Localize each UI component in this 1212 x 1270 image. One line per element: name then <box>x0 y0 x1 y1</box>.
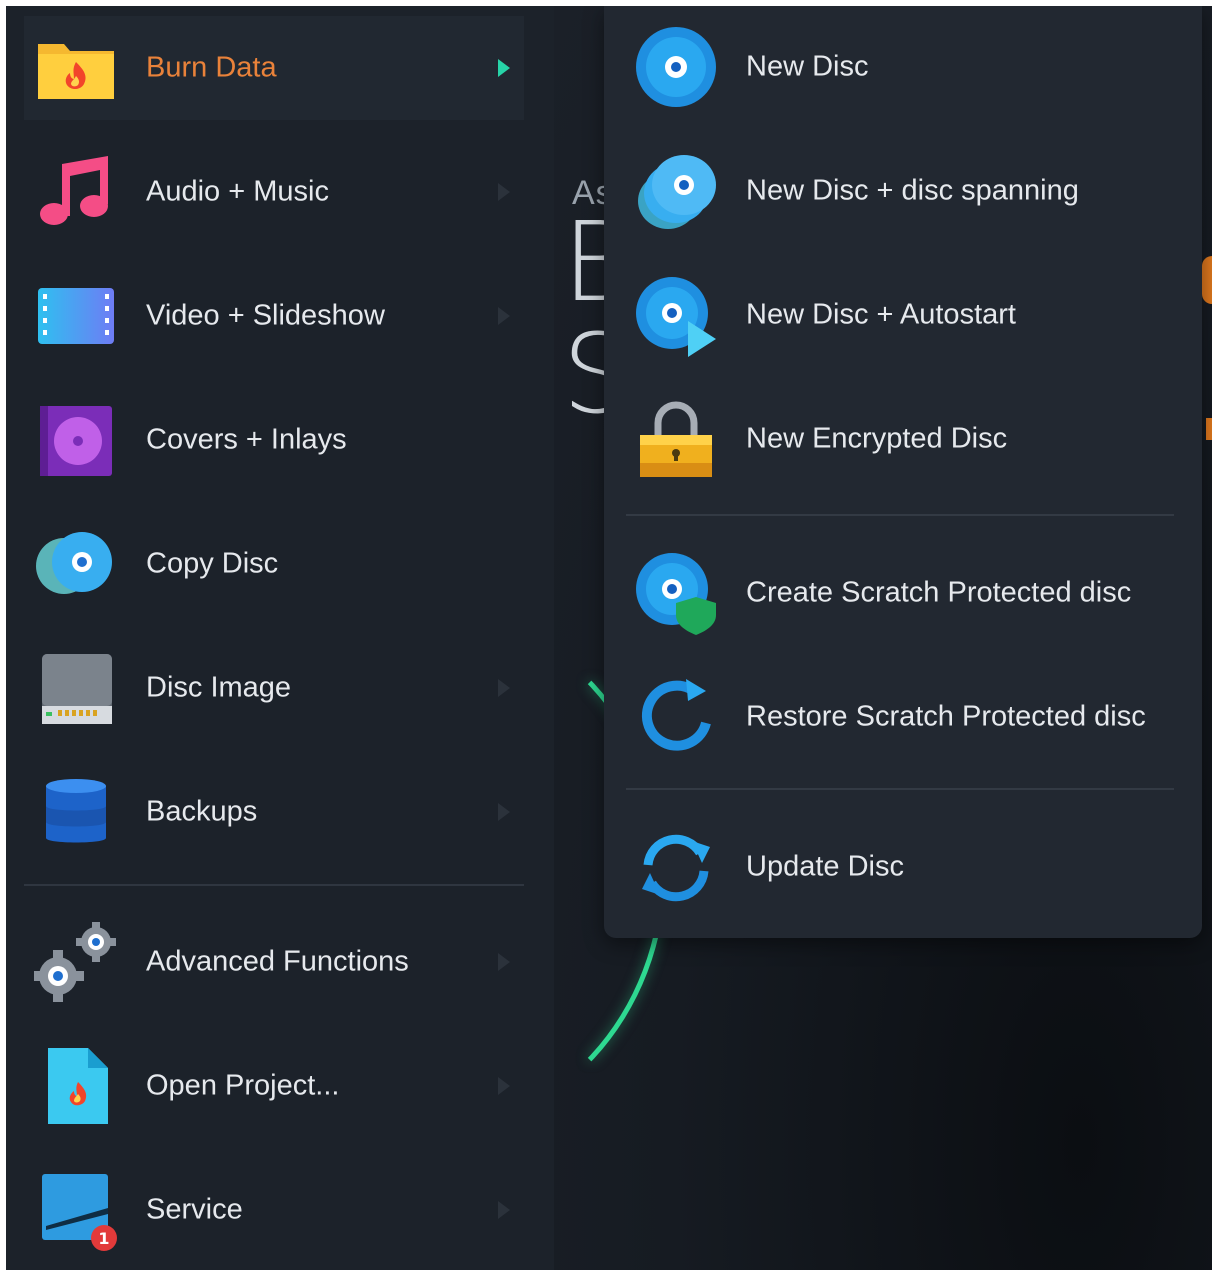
chevron-right-icon <box>498 679 510 697</box>
chevron-right-icon <box>498 953 510 971</box>
chevron-right-icon <box>498 1077 510 1095</box>
music-note-icon <box>34 150 118 234</box>
menu-item-label: Burn Data <box>146 51 277 84</box>
menu-item-audio-music[interactable]: Audio + Music <box>24 140 524 244</box>
chevron-right-icon <box>498 1201 510 1219</box>
menu-item-covers-inlays[interactable]: Covers + Inlays <box>24 388 524 492</box>
disc-spanning-icon <box>634 149 718 233</box>
project-file-icon <box>34 1044 118 1128</box>
submenu-item-update-disc[interactable]: Update Disc <box>604 812 1202 922</box>
menu-item-label: Backups <box>146 795 258 828</box>
chevron-right-icon <box>498 183 510 201</box>
submenu-item-create-scratch-protected-disc[interactable]: Create Scratch Protected disc <box>604 538 1202 648</box>
submenu-item-new-disc[interactable]: New Disc <box>604 12 1202 122</box>
menu-item-copy-disc[interactable]: Copy Disc <box>24 512 524 616</box>
submenu-item-label: Create Scratch Protected disc <box>746 576 1132 609</box>
svg-text:1: 1 <box>98 1229 109 1248</box>
submenu-item-new-encrypted-disc[interactable]: New Encrypted Disc <box>604 384 1202 494</box>
menu-item-label: Advanced Functions <box>146 945 409 978</box>
service-icon: 1 <box>34 1168 118 1252</box>
folder-fire-icon <box>34 26 118 110</box>
menu-item-label: Service <box>146 1193 243 1226</box>
submenu-item-new-disc-spanning[interactable]: New Disc + disc spanning <box>604 136 1202 246</box>
menu-item-advanced-functions[interactable]: Advanced Functions <box>24 910 524 1014</box>
submenu-item-new-disc-autostart[interactable]: New Disc + Autostart <box>604 260 1202 370</box>
background-accent <box>1206 418 1212 440</box>
burn-data-submenu: New Disc New Disc + disc spanning New Di… <box>604 6 1202 938</box>
padlock-icon <box>634 397 718 481</box>
submenu-item-label: Restore Scratch Protected disc <box>746 700 1146 733</box>
disc-image-drive-icon <box>34 646 118 730</box>
database-icon <box>34 770 118 854</box>
chevron-right-icon <box>498 307 510 325</box>
menu-item-backups[interactable]: Backups <box>24 760 524 864</box>
menu-divider <box>24 884 524 886</box>
submenu-divider <box>626 788 1174 790</box>
gears-icon <box>34 920 118 1004</box>
submenu-item-label: Update Disc <box>746 850 904 883</box>
chevron-right-icon <box>498 803 510 821</box>
menu-item-video-slideshow[interactable]: Video + Slideshow <box>24 264 524 368</box>
app-window: 2 As B S Burn Data <box>6 6 1212 1270</box>
menu-item-label: Audio + Music <box>146 175 329 208</box>
menu-item-label: Video + Slideshow <box>146 299 385 332</box>
film-strip-icon <box>34 274 118 358</box>
submenu-item-label: New Encrypted Disc <box>746 422 1008 455</box>
submenu-item-label: New Disc <box>746 50 869 83</box>
chevron-right-icon <box>498 59 510 77</box>
submenu-item-label: New Disc + Autostart <box>746 298 1016 331</box>
menu-item-disc-image[interactable]: Disc Image <box>24 636 524 740</box>
menu-item-burn-data[interactable]: Burn Data <box>24 16 524 120</box>
menu-item-open-project[interactable]: Open Project... <box>24 1034 524 1138</box>
menu-item-label: Copy Disc <box>146 547 279 580</box>
sync-arrows-icon <box>634 825 718 909</box>
submenu-divider <box>626 514 1174 516</box>
disc-shield-icon <box>634 551 718 635</box>
submenu-item-label: New Disc + disc spanning <box>746 174 1079 207</box>
menu-item-label: Covers + Inlays <box>146 423 347 456</box>
background-accent <box>1202 256 1212 304</box>
restore-arrow-icon <box>634 675 718 759</box>
menu-item-label: Open Project... <box>146 1069 340 1102</box>
menu-item-service[interactable]: 1 Service <box>24 1158 524 1262</box>
menu-item-label: Disc Image <box>146 671 292 704</box>
cover-disc-icon <box>34 398 118 482</box>
copy-disc-icon <box>34 522 118 606</box>
submenu-item-restore-scratch-protected-disc[interactable]: Restore Scratch Protected disc <box>604 662 1202 772</box>
disc-autostart-icon <box>634 273 718 357</box>
disc-icon <box>634 25 718 109</box>
main-menu: Burn Data Audio + Music Video + Slidesho… <box>6 6 554 1270</box>
